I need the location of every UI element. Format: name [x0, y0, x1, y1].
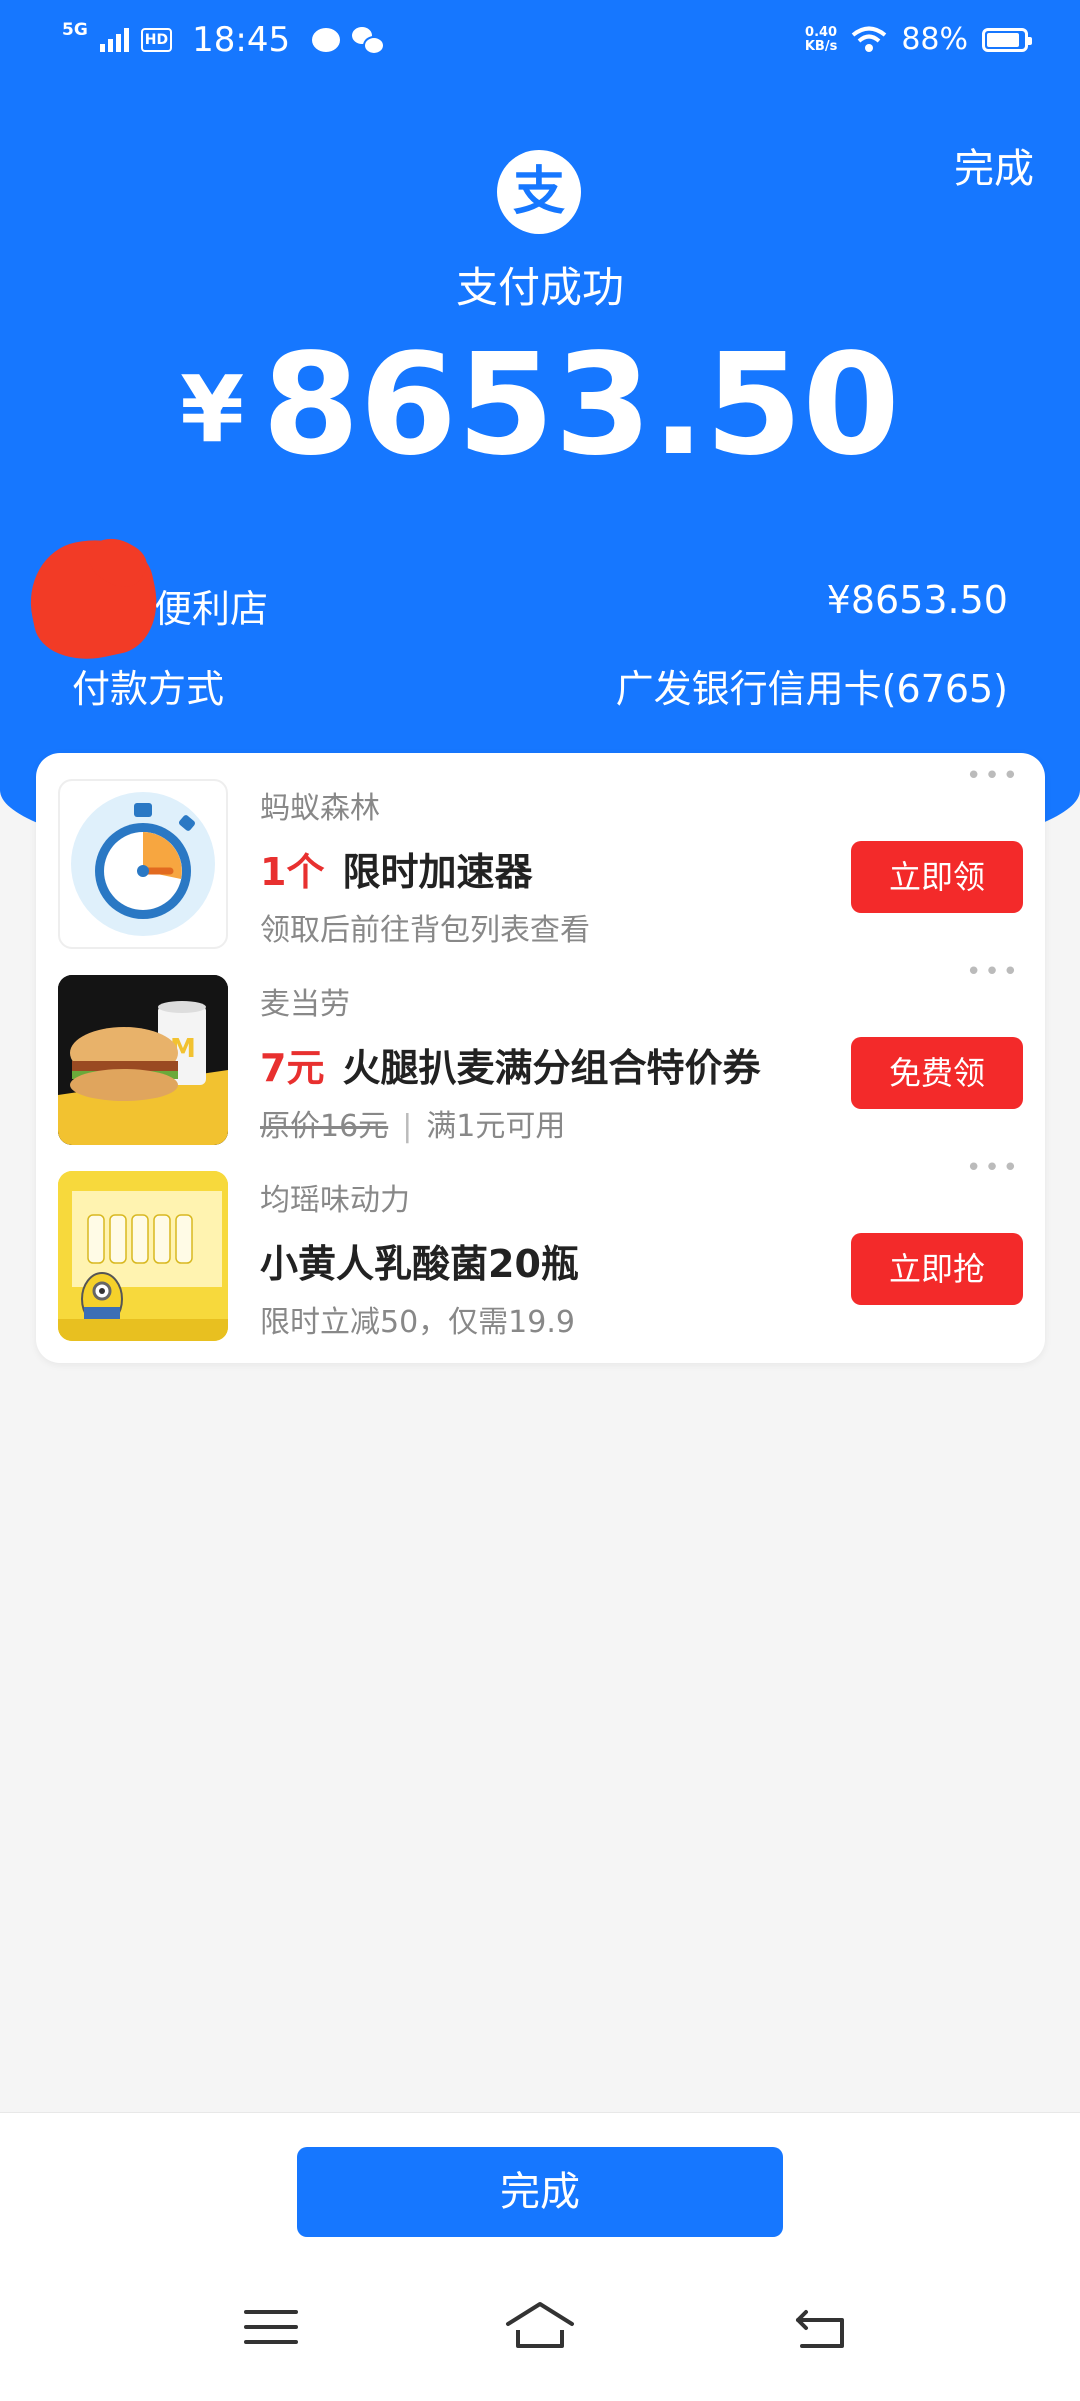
- alipay-logo: 支: [497, 150, 581, 234]
- message-icon: [312, 28, 341, 52]
- hd-badge: HD: [140, 28, 173, 52]
- offer-merchant: 蚂蚁森林: [260, 791, 380, 826]
- offer-item[interactable]: M 麦当劳 7元 火腿扒麦满分组合特价券 原价16元 | 满1元可用 ••• 免费领: [36, 949, 1045, 1145]
- offer-merchant: 麦当劳: [260, 987, 350, 1022]
- offer-title: 1个 限时加速器: [260, 850, 533, 894]
- payment-method-label: 付款方式: [72, 667, 225, 711]
- burger-meal-image: M: [58, 975, 228, 1145]
- network-speed: 0.40 KB/s: [804, 24, 838, 54]
- status-bar: 5G HD 18:45 0.40 KB/s 88%: [0, 0, 1080, 86]
- minion-drink-image: [58, 1171, 228, 1341]
- more-icon[interactable]: •••: [966, 763, 1021, 789]
- currency-symbol: ¥: [180, 356, 245, 463]
- offer-title: 小黄人乳酸菌20瓶: [260, 1242, 579, 1286]
- offer-subtitle: 原价16元 | 满1元可用: [260, 1109, 566, 1144]
- payment-status: 支付成功: [455, 263, 624, 312]
- stopwatch-icon: [58, 779, 228, 949]
- offer-title: 7元 火腿扒麦满分组合特价券: [260, 1046, 761, 1090]
- more-icon[interactable]: •••: [966, 959, 1021, 985]
- back-icon[interactable]: [792, 2306, 852, 2350]
- offer-subtitle: 领取后前往背包列表查看: [260, 913, 590, 948]
- offer-condition: 满1元可用: [426, 1109, 566, 1144]
- original-price: 原价16元: [260, 1109, 389, 1144]
- payment-method-value: 广发银行信用卡(6765): [615, 667, 1008, 711]
- grab-button[interactable]: 立即抢: [851, 1233, 1023, 1305]
- done-button[interactable]: 完成: [297, 2147, 783, 2237]
- offer-subtitle: 限时立减50，仅需19.9: [260, 1305, 575, 1340]
- claim-button[interactable]: 立即领: [851, 841, 1023, 913]
- menu-icon[interactable]: [244, 2310, 298, 2355]
- claim-free-button[interactable]: 免费领: [851, 1037, 1023, 1109]
- offer-highlight: 7元: [260, 1046, 325, 1090]
- offers-card: 蚂蚁森林 1个 限时加速器 领取后前往背包列表查看 ••• 立即领 M 麦当劳 7…: [36, 753, 1045, 1363]
- offer-highlight: 1个: [260, 850, 325, 894]
- done-link-top[interactable]: 完成: [954, 136, 1034, 194]
- payment-method-row: 付款方式 广发银行信用卡(6765): [72, 658, 1008, 713]
- network-type: 5G: [62, 19, 88, 40]
- merchant-row: 便利店 ¥8653.50: [72, 578, 1008, 633]
- payment-amount: ¥8653.50: [0, 326, 1080, 490]
- offer-item[interactable]: 均瑶味动力 小黄人乳酸菌20瓶 限时立减50，仅需19.9 ••• 立即抢: [36, 1145, 1045, 1341]
- wechat-icon: [352, 27, 386, 55]
- battery-percent: 88%: [901, 22, 968, 57]
- offer-merchant: 均瑶味动力: [260, 1183, 410, 1218]
- offer-item[interactable]: 蚂蚁森林 1个 限时加速器 领取后前往背包列表查看 ••• 立即领: [36, 753, 1045, 949]
- more-icon[interactable]: •••: [966, 1155, 1021, 1181]
- battery-icon: [982, 27, 1032, 52]
- merchant-amount: ¥8653.50: [826, 578, 1008, 622]
- amount-value: 8653.50: [262, 324, 900, 487]
- wifi-icon: [852, 26, 887, 52]
- home-icon[interactable]: [504, 2300, 576, 2350]
- signal-icon: [99, 28, 129, 52]
- status-time: 18:45: [192, 20, 291, 60]
